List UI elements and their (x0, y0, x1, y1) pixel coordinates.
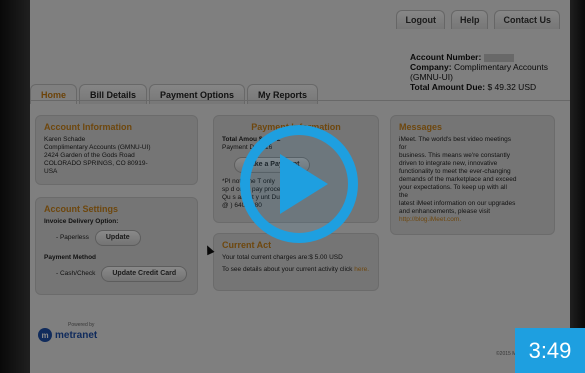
video-duration-badge: 3:49 (515, 328, 585, 373)
play-button[interactable] (240, 125, 358, 243)
play-icon (280, 154, 328, 214)
